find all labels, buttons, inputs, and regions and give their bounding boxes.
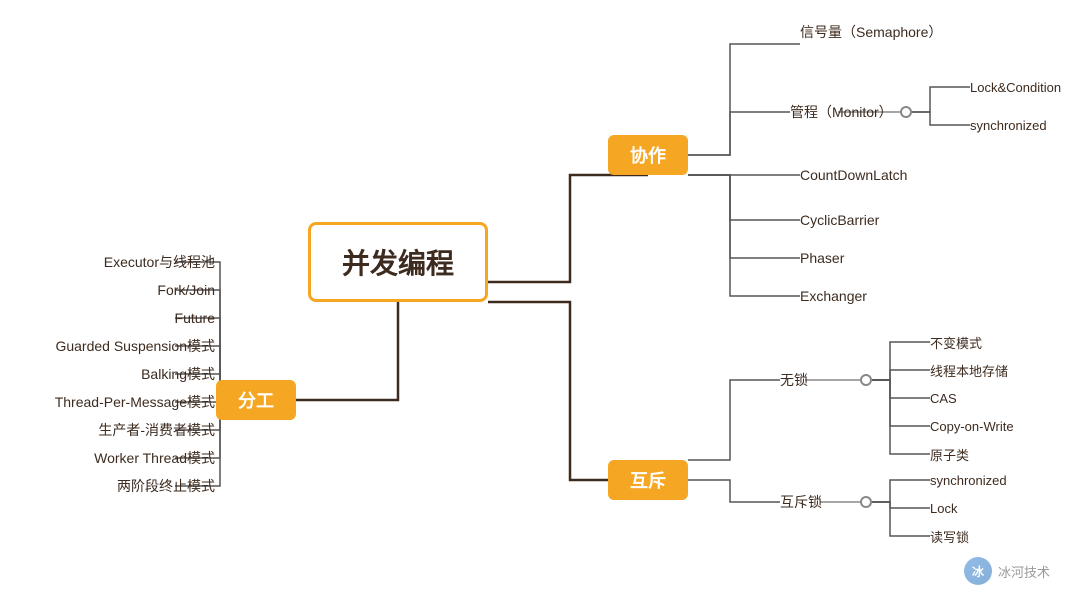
mutex-sub-sync: synchronized — [930, 469, 1007, 491]
coop-item-semaphore: 信号量（Semaphore） — [800, 20, 942, 44]
mutex-item-lock: 互斥锁 — [780, 490, 822, 514]
wusu-sub-cow: Copy-on-Write — [930, 415, 1014, 437]
div-item-executor: Executor与线程池 — [0, 250, 220, 274]
div-item-thread-per-msg: Thread-Per-Message模式 — [0, 390, 220, 414]
connection-lines — [0, 0, 1080, 605]
div-item-worker: Worker Thread模式 — [0, 446, 220, 470]
monitor-circle — [900, 106, 912, 118]
div-item-producer: 生产者-消费者模式 — [0, 418, 220, 442]
center-node: 并发编程 — [308, 222, 488, 302]
watermark-text: 冰河技术 — [998, 562, 1050, 581]
branch-division-label: 分工 — [238, 387, 274, 413]
monitor-sub-sync: synchronized — [970, 114, 1047, 136]
branch-cooperation-label: 协作 — [630, 142, 666, 168]
mutex-lock-circle — [860, 496, 872, 508]
center-label: 并发编程 — [342, 242, 454, 282]
mutex-item-wusu: 无锁 — [780, 368, 808, 392]
coop-item-monitor: 管程（Monitor） — [790, 100, 893, 124]
mutex-sub-lock: Lock — [930, 497, 957, 519]
wusu-sub-cas: CAS — [930, 387, 957, 409]
branch-cooperation: 协作 — [608, 135, 688, 175]
coop-item-phaser: Phaser — [800, 246, 844, 270]
branch-mutex-label: 互斥 — [630, 467, 666, 493]
wusu-sub-immutable: 不变模式 — [930, 331, 982, 353]
coop-item-cyclic: CyclicBarrier — [800, 208, 879, 232]
branch-mutex: 互斥 — [608, 460, 688, 500]
mutex-sub-rwlock: 读写锁 — [930, 525, 969, 547]
div-item-future: Future — [0, 306, 220, 330]
coop-item-countdown: CountDownLatch — [800, 163, 907, 187]
watermark-icon: 冰 — [964, 557, 992, 585]
coop-item-exchanger: Exchanger — [800, 284, 867, 308]
branch-division: 分工 — [216, 380, 296, 420]
div-item-guarded: Guarded Suspension模式 — [0, 334, 220, 358]
div-item-forkjoin: Fork/Join — [0, 278, 220, 302]
watermark: 冰 冰河技术 — [964, 557, 1050, 585]
mind-map: 并发编程 协作 分工 互斥 信号量（Semaphore） 管程（Monitor）… — [0, 0, 1080, 605]
div-item-balking: Balking模式 — [0, 362, 220, 386]
div-item-twophase: 两阶段终止模式 — [0, 474, 220, 498]
wusu-sub-threadlocal: 线程本地存储 — [930, 359, 1008, 381]
monitor-sub-lock: Lock&Condition — [970, 76, 1061, 98]
wusu-circle — [860, 374, 872, 386]
wusu-sub-atomic: 原子类 — [930, 443, 969, 465]
